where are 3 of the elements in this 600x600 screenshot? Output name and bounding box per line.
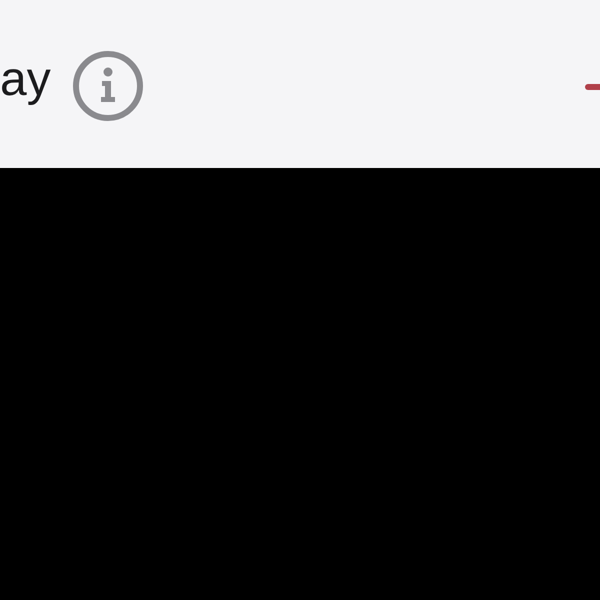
minus-icon[interactable] bbox=[585, 84, 600, 90]
info-icon[interactable] bbox=[70, 49, 145, 123]
header-title: ay bbox=[0, 56, 51, 108]
